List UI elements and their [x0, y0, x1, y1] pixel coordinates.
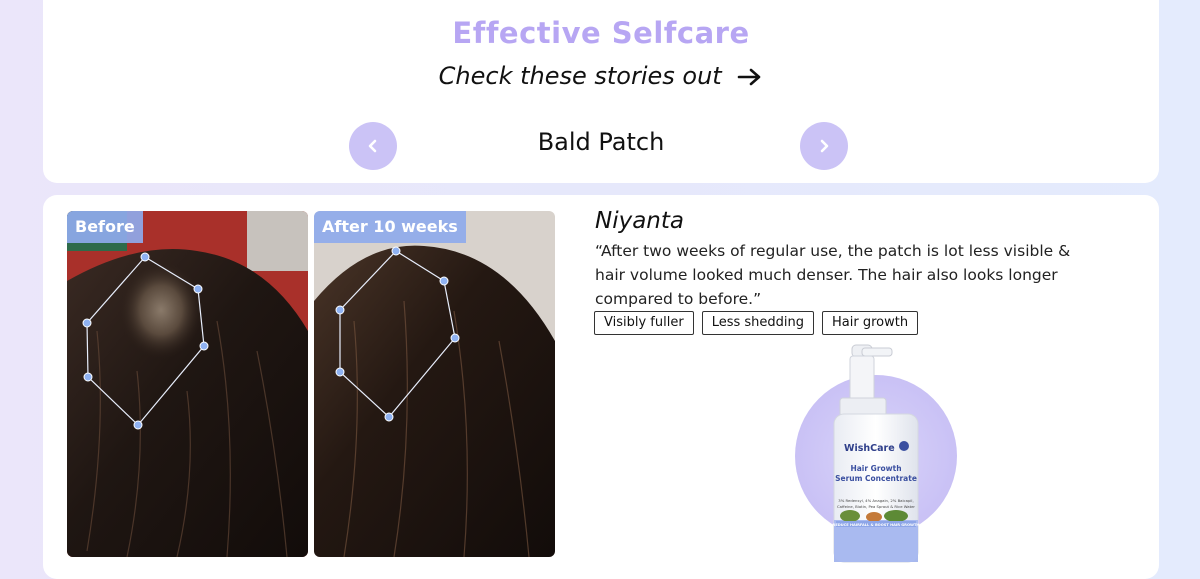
after-photo: After 10 weeks — [314, 211, 555, 557]
after-label: After 10 weeks — [314, 211, 466, 243]
stories-header-card: Effective Selfcare Check these stories o… — [43, 0, 1159, 183]
tag-visibly-fuller: Visibly fuller — [594, 311, 694, 335]
testimonial-quote: “After two weeks of regular use, the pat… — [595, 242, 1071, 308]
product-image: WishCare Hair Growth Serum Concentrate 3… — [795, 344, 957, 563]
product-name-line2: Serum Concentrate — [835, 474, 917, 483]
next-story-button[interactable] — [800, 122, 848, 170]
before-hair-image — [67, 211, 308, 557]
after-hair-image — [314, 211, 555, 557]
stories-link[interactable]: Check these stories out — [43, 62, 1159, 93]
product-banner: REDUCE HAIRFALL & BOOST HAIR GROWTH — [833, 523, 920, 527]
product-ingredients-line1: 3% Redensyl, 4% Anagain, 2% Baicapil, — [838, 498, 913, 503]
tag-less-shedding: Less shedding — [701, 311, 814, 335]
reviewer-name: Niyanta — [595, 208, 684, 234]
stories-link-label: Check these stories out — [438, 62, 722, 90]
product-brand: WishCare — [844, 443, 895, 454]
benefit-tags: Visibly fuller Less shedding Hair growth — [594, 311, 919, 335]
category-title: Bald Patch — [537, 128, 665, 156]
before-photo: Before — [67, 211, 308, 557]
chevron-right-icon — [820, 139, 829, 153]
product-name-line1: Hair Growth — [850, 464, 901, 473]
before-label: Before — [67, 211, 143, 243]
product-ingredients-line2: Caffeine, Biotin, Pea Sprout & Rice Wate… — [837, 504, 915, 509]
section-heading: Effective Selfcare — [452, 16, 750, 50]
tag-hair-growth: Hair growth — [822, 311, 919, 335]
arrow-right-icon — [737, 65, 763, 93]
